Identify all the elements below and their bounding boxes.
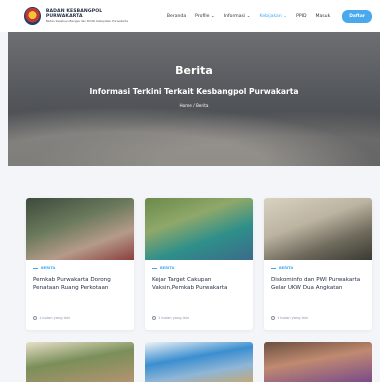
news-image[interactable] — [26, 198, 134, 260]
navbar: BADAN KESBANGPOL PURWAKARTA Badan Kesatu… — [0, 0, 380, 32]
news-date: 1 bulan yang lalu — [271, 316, 308, 320]
news-card[interactable]: BERITA Kejar Target Cakupan Vaksin,Pemka… — [145, 198, 253, 330]
nav-profile[interactable]: Profile ⌄ — [195, 14, 215, 19]
nav-kebijakan[interactable]: Kebijakan ⌄ — [260, 14, 288, 19]
news-title[interactable]: Kejar Target Cakupan Vaksin,Pemkab Purwa… — [152, 276, 246, 296]
news-title[interactable]: Diskominfo dan PWI Purwakarta Gelar UKW … — [271, 276, 365, 296]
news-date: 1 bulan yang lalu — [33, 316, 70, 320]
news-title[interactable]: Pemkab Purwakarta Dorong Penataan Ruang … — [33, 276, 127, 296]
emblem-icon — [24, 7, 41, 25]
register-button[interactable]: Daftar — [342, 9, 372, 23]
clock-icon — [152, 316, 156, 320]
breadcrumb[interactable]: Home / Berita — [8, 103, 380, 108]
logo-subtitle: Badan Kesatuan Bangsa dan Politik Kabupa… — [45, 19, 128, 23]
page-subtitle: Informasi Terkini Terkait Kesbangpol Pur… — [89, 87, 299, 96]
page-title: Berita — [175, 64, 213, 77]
news-date: 1 bulan yang lalu — [152, 316, 189, 320]
category-tag[interactable]: BERITA — [271, 266, 372, 270]
news-image[interactable] — [264, 342, 372, 382]
nav-informasi[interactable]: Informasi ⌄ — [224, 14, 251, 19]
nav-ppid[interactable]: PPID — [296, 14, 306, 19]
clock-icon — [271, 316, 275, 320]
hero-banner: Berita Informasi Terkini Terkait Kesbang… — [8, 32, 380, 166]
news-image[interactable] — [26, 342, 134, 382]
news-image[interactable] — [264, 198, 372, 260]
category-tag[interactable]: BERITA — [33, 266, 134, 270]
clock-icon — [33, 316, 37, 320]
site-logo[interactable]: BADAN KESBANGPOL PURWAKARTA Badan Kesatu… — [24, 7, 135, 25]
news-image[interactable] — [145, 198, 253, 260]
news-card[interactable]: BERITA Diskominfo dan PWI Purwakarta Gel… — [264, 198, 372, 330]
page: BADAN KESBANGPOL PURWAKARTA Badan Kesatu… — [0, 0, 380, 382]
logo-title: BADAN KESBANGPOL PURWAKARTA — [45, 9, 103, 19]
nav-masuk[interactable]: Masuk — [316, 14, 331, 19]
news-image[interactable] — [145, 342, 253, 382]
nav-beranda[interactable]: Beranda — [167, 14, 186, 19]
news-card[interactable]: BERITA Pemkab Purwakarta Dorong Penataan… — [26, 198, 134, 330]
main-nav: Beranda Profile ⌄ Informasi ⌄ Kebijakan … — [167, 14, 330, 19]
category-tag[interactable]: BERITA — [152, 266, 253, 270]
logo-text: BADAN KESBANGPOL PURWAKARTA Badan Kesatu… — [46, 9, 135, 23]
